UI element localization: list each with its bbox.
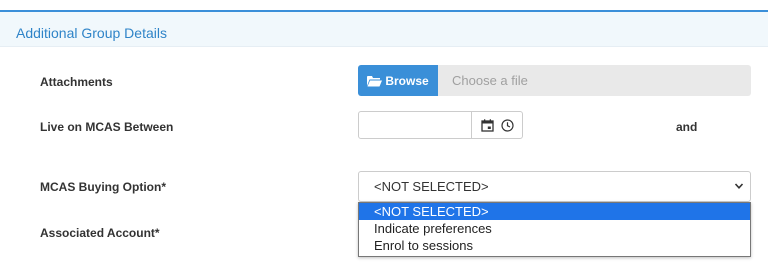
clock-icon[interactable] [500, 118, 514, 132]
buying-option-label: MCAS Buying Option* [40, 180, 166, 194]
live-between-label: Live on MCAS Between [40, 120, 174, 134]
file-input[interactable]: Choose a file [438, 65, 751, 96]
buying-option-selected-value: <NOT SELECTED> [374, 179, 489, 194]
chevron-down-icon [734, 183, 744, 189]
file-input-placeholder: Choose a file [452, 73, 528, 88]
browse-button[interactable]: Browse [358, 65, 438, 96]
associated-account-label: Associated Account* [40, 226, 160, 240]
and-label: and [676, 120, 698, 134]
browse-button-label: Browse [385, 73, 429, 88]
dropdown-option-enrol-to-sessions[interactable]: Enrol to sessions [359, 237, 750, 254]
buying-option-dropdown: <NOT SELECTED> Indicate preferences Enro… [358, 202, 751, 257]
dropdown-option-not-selected[interactable]: <NOT SELECTED> [359, 203, 750, 220]
buying-option-select[interactable]: <NOT SELECTED> [358, 171, 751, 202]
calendar-icon[interactable] [480, 118, 494, 132]
folder-open-icon [367, 75, 383, 86]
dropdown-option-indicate-preferences[interactable]: Indicate preferences [359, 220, 750, 237]
start-datetime-input[interactable] [358, 111, 472, 139]
attachments-label: Attachments [40, 75, 113, 89]
section-title: Additional Group Details [16, 25, 167, 41]
section-header: Additional Group Details [0, 12, 768, 47]
datetime-picker-buttons [471, 111, 523, 139]
